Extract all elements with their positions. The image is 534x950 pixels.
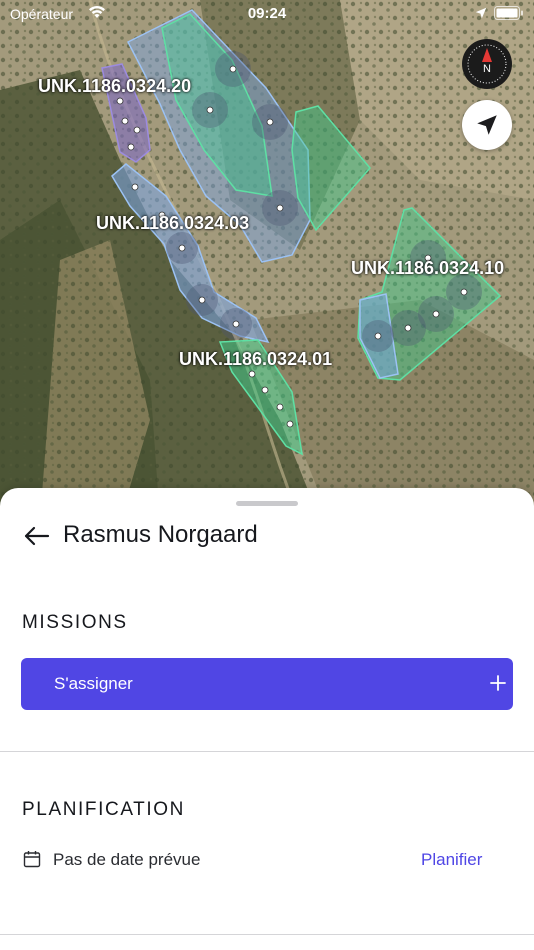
calendar-icon <box>23 851 41 868</box>
plot-label[interactable]: UNK.1186.0324.01 <box>179 349 332 370</box>
section-divider <box>0 934 534 935</box>
plus-icon <box>490 675 506 691</box>
plot-label[interactable]: UNK.1186.0324.03 <box>96 213 249 234</box>
assign-self-button[interactable]: S'assigner <box>21 658 513 710</box>
compass-button[interactable]: N <box>462 39 512 89</box>
page-title: Rasmus Norgaard <box>63 521 258 548</box>
planning-heading: PLANIFICATION <box>22 799 185 820</box>
location-services-icon <box>475 7 487 19</box>
satellite-map[interactable]: UNK.1186.0324.20 UNK.1186.0324.03 UNK.11… <box>0 0 534 520</box>
compass-icon: N <box>467 44 507 84</box>
status-bar: Opérateur 09:24 <box>0 0 534 28</box>
battery-icon <box>494 6 523 20</box>
no-date-text: Pas de date prévue <box>53 850 201 869</box>
plot-label[interactable]: UNK.1186.0324.20 <box>38 76 191 97</box>
plan-link[interactable]: Planifier <box>421 850 482 870</box>
compass-letter: N <box>483 63 491 75</box>
plot-label[interactable]: UNK.1186.0324.10 <box>351 258 504 279</box>
bottom-sheet[interactable]: Rasmus Norgaard MISSIONS S'assigner PLAN… <box>0 488 534 950</box>
missions-heading: MISSIONS <box>22 612 128 633</box>
section-divider <box>0 751 534 752</box>
back-arrow-icon[interactable] <box>22 524 52 548</box>
assign-self-label: S'assigner <box>54 674 133 693</box>
locate-me-button[interactable] <box>462 100 512 150</box>
sheet-grabber[interactable] <box>236 501 298 506</box>
clock: 09:24 <box>247 5 287 22</box>
navigation-arrow-icon <box>477 115 497 135</box>
